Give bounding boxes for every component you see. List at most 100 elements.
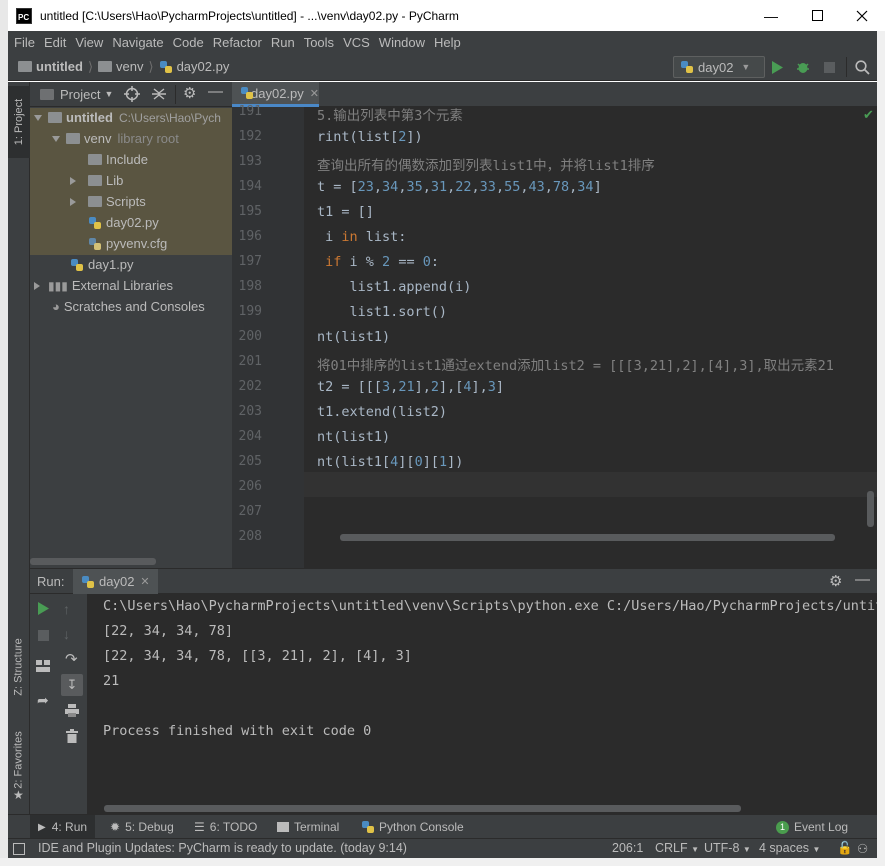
horizontal-scrollbar[interactable] xyxy=(104,805,741,812)
tool-windows-icon[interactable] xyxy=(13,843,25,855)
tree-item-include[interactable]: Include xyxy=(88,149,148,170)
menu-help[interactable]: Help xyxy=(434,35,461,50)
maximize-icon xyxy=(811,10,823,21)
chevron-down-icon[interactable]: ▼ xyxy=(104,89,113,99)
star-icon: ★ xyxy=(13,788,24,802)
tree-item-lib[interactable]: Lib xyxy=(70,170,123,191)
arrow-down-icon[interactable]: ↓ xyxy=(63,626,70,642)
status-message[interactable]: IDE and Plugin Updates: PyCharm is ready… xyxy=(38,841,407,855)
collapse-all-button[interactable] xyxy=(151,86,167,105)
tab-favorites[interactable]: 2: Favorites xyxy=(8,722,30,797)
tree-item-scripts[interactable]: Scripts xyxy=(70,191,146,212)
tree-item-venv[interactable]: venv library root xyxy=(52,128,179,149)
horizontal-scrollbar[interactable] xyxy=(30,558,156,565)
menu-view[interactable]: View xyxy=(75,35,103,50)
python-file-icon xyxy=(88,216,102,230)
arrow-up-icon[interactable]: ↑ xyxy=(63,601,70,617)
console-line: [22, 34, 34, 78, [[3, 21], 2], [4], 3] xyxy=(103,648,412,664)
minimize-button[interactable]: — xyxy=(748,0,794,31)
menu-vcs[interactable]: VCS xyxy=(343,35,370,50)
menu-bar: File Edit View Navigate Code Refactor Ru… xyxy=(8,31,885,53)
breadcrumb-folder[interactable]: venv xyxy=(98,59,143,74)
layout-button[interactable] xyxy=(36,660,50,675)
clear-all-button[interactable] xyxy=(66,729,78,746)
tree-item-day1[interactable]: day1.py xyxy=(70,254,134,275)
horizontal-scrollbar[interactable] xyxy=(340,534,835,541)
hide-panel-button[interactable]: — xyxy=(855,571,870,588)
search-everywhere-button[interactable] xyxy=(853,58,871,76)
close-tab-icon[interactable]: ✕ xyxy=(310,87,319,100)
tab-project[interactable]: 1: Project xyxy=(8,86,30,158)
debug-button[interactable] xyxy=(794,58,812,76)
run-console[interactable]: C:\Users\Hao\PycharmProjects\untitled\ve… xyxy=(88,594,877,814)
stop-button[interactable] xyxy=(38,629,49,644)
tree-item-scratches[interactable]: ◕ Scratches and Consoles xyxy=(52,296,205,317)
tab-terminal[interactable]: Terminal xyxy=(277,815,339,839)
tab-run[interactable]: ▶ 4: Run xyxy=(30,815,96,839)
project-view-selector[interactable]: Project xyxy=(60,87,100,102)
run-tab-day02[interactable]: day02 ✕ xyxy=(73,569,158,594)
run-button[interactable] xyxy=(768,58,786,76)
caret-position[interactable]: 206:1 xyxy=(612,841,643,855)
tab-structure-label: Z: Structure xyxy=(13,638,25,696)
terminal-icon xyxy=(277,822,289,832)
tab-event-log[interactable]: 1 Event Log xyxy=(776,815,848,839)
tree-item-path: C:\Users\Hao\Pych xyxy=(118,110,221,125)
breadcrumb-project[interactable]: untitled xyxy=(18,59,83,74)
tree-item-label: pyvenv.cfg xyxy=(106,236,168,251)
left-tool-stripe: 1: Project Z: Structure 2: Favorites ★ xyxy=(8,82,30,814)
run-configuration-selector[interactable]: day02 ▼ xyxy=(673,56,765,78)
code-editor[interactable]: 5.输出列表中第3个元素 rint(list[2]) 查询出所有的偶数添加到列表li… xyxy=(304,107,877,568)
tree-item-pyvenv[interactable]: pyvenv.cfg xyxy=(88,233,167,254)
menu-edit[interactable]: Edit xyxy=(44,35,66,50)
vertical-scrollbar[interactable] xyxy=(867,491,874,527)
menu-tools[interactable]: Tools xyxy=(304,35,334,50)
scroll-to-end-button[interactable]: ↧ xyxy=(61,674,83,696)
stop-button[interactable] xyxy=(820,58,838,76)
folder-icon xyxy=(18,61,32,72)
maximize-button[interactable] xyxy=(794,0,840,31)
breadcrumb-file[interactable]: day02.py xyxy=(159,59,230,74)
close-button[interactable] xyxy=(839,0,885,31)
soft-wrap-icon[interactable]: ↷ xyxy=(65,650,78,668)
tree-item-external-libraries[interactable]: ▮▮▮ External Libraries xyxy=(34,275,173,296)
menu-run[interactable]: Run xyxy=(271,35,295,50)
print-button[interactable] xyxy=(65,704,79,720)
tree-item-untitled[interactable]: untitled C:\Users\Hao\Pych xyxy=(34,107,221,128)
code-line: t1 = [] xyxy=(317,204,374,220)
menu-navigate[interactable]: Navigate xyxy=(112,35,163,50)
menu-file[interactable]: File xyxy=(14,35,35,50)
expand-arrow-icon xyxy=(34,114,42,121)
tab-todo[interactable]: ☰ 6: TODO xyxy=(194,815,257,839)
line-number: 200 xyxy=(238,329,262,344)
project-panel-header: Project ▼ ⚙ — xyxy=(30,82,232,107)
encoding-widget[interactable]: UTF-8 ▼ xyxy=(704,841,751,855)
close-tab-icon[interactable]: ✕ xyxy=(140,575,149,588)
tab-structure[interactable]: Z: Structure xyxy=(8,622,30,712)
title-bar: PC untitled [C:\Users\Hao\PycharmProject… xyxy=(8,0,885,31)
menu-refactor[interactable]: Refactor xyxy=(213,35,262,50)
stop-icon xyxy=(38,630,49,641)
breadcrumb-file-label: day02.py xyxy=(176,59,230,74)
breadcrumb-separator: ⟩ xyxy=(148,58,154,74)
chevron-down-icon: ▼ xyxy=(812,845,821,854)
menu-code[interactable]: Code xyxy=(173,35,204,50)
menu-window[interactable]: Window xyxy=(379,35,425,50)
tab-python-console[interactable]: Python Console xyxy=(361,815,464,839)
tree-item-day02[interactable]: day02.py xyxy=(88,212,159,233)
tab-debug[interactable]: ✹ 5: Debug xyxy=(110,815,174,839)
lock-icon[interactable]: 🔓 xyxy=(837,841,853,856)
line-separator-widget[interactable]: CRLF ▼ xyxy=(655,841,699,855)
pin-icon[interactable]: ➦ xyxy=(37,692,49,709)
inspector-icon[interactable]: ⚇ xyxy=(857,841,868,856)
window-right-edge xyxy=(877,31,885,866)
gear-icon[interactable]: ⚙ xyxy=(829,572,842,590)
gear-icon[interactable]: ⚙ xyxy=(183,84,196,102)
indent-widget[interactable]: 4 spaces ▼ xyxy=(759,841,820,855)
hide-panel-button[interactable]: — xyxy=(208,83,223,100)
tab-terminal-label: Terminal xyxy=(294,820,340,834)
locate-file-button[interactable] xyxy=(124,86,140,105)
line-number: 196 xyxy=(238,229,262,244)
python-file-icon xyxy=(240,86,254,100)
rerun-button[interactable] xyxy=(37,602,49,618)
